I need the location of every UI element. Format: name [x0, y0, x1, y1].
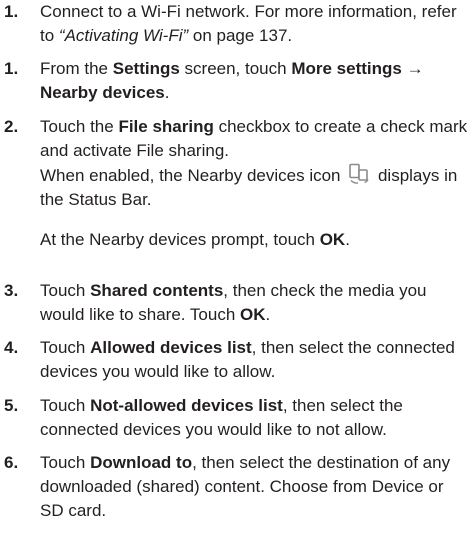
- step-number: 4.: [4, 338, 19, 357]
- step-2-note-icon: When enabled, the Nearby devices icon di…: [4, 163, 470, 212]
- cross-reference: “Activating Wi-Fi”: [58, 26, 189, 45]
- step-4-allowed-devices: 4. Touch Allowed devices list, then sele…: [4, 336, 470, 384]
- text-run: .: [265, 305, 271, 324]
- step-number: 5.: [4, 396, 19, 415]
- step-text: From the Settings screen, touch More set…: [40, 57, 470, 105]
- text-run: screen, touch: [179, 59, 292, 78]
- step-number: 6.: [4, 453, 19, 472]
- bold-term: OK: [240, 305, 266, 324]
- text-run: Touch: [40, 453, 91, 472]
- text-run: Touch: [40, 396, 91, 415]
- step-1-settings: 1. From the Settings screen, touch More …: [4, 57, 470, 105]
- step-2-file-sharing: 2. Touch the File sharing checkbox to cr…: [4, 115, 470, 163]
- step-6-download-to: 6. Touch Download to, then select the de…: [4, 451, 470, 523]
- step-text: Touch Shared contents, then check the me…: [40, 279, 470, 327]
- text-run: Touch: [40, 281, 91, 300]
- bold-term: Download to: [90, 453, 193, 472]
- step-3-shared-contents: 3. Touch Shared contents, then check the…: [4, 279, 470, 327]
- bold-term: Settings: [112, 59, 180, 78]
- bold-term: File sharing: [118, 117, 214, 136]
- step-number: 2.: [4, 117, 19, 136]
- text-run: Touch the: [40, 117, 119, 136]
- step-2-note-prompt: At the Nearby devices prompt, touch OK.: [4, 228, 470, 252]
- step-number: 1.: [4, 59, 19, 78]
- step-note: At the Nearby devices prompt, touch OK.: [40, 228, 470, 252]
- step-5-not-allowed-devices: 5. Touch Not-allowed devices list, then …: [4, 394, 470, 442]
- step-text: Connect to a Wi-Fi network. For more inf…: [40, 0, 470, 48]
- step-text: Touch the File sharing checkbox to creat…: [40, 115, 470, 163]
- text-run: From the: [40, 59, 113, 78]
- text-run: Touch: [40, 338, 91, 357]
- step-number: 3.: [4, 281, 19, 300]
- manual-page: 1. Connect to a Wi-Fi network. For more …: [0, 0, 474, 553]
- text-run: on page 137.: [188, 26, 293, 45]
- step-number: 1.: [4, 2, 19, 21]
- text-run: When enabled, the Nearby devices icon: [40, 166, 346, 185]
- text-run: .: [345, 230, 350, 249]
- step-text: Touch Download to, then select the desti…: [40, 451, 470, 523]
- step-1-connect-wifi: 1. Connect to a Wi-Fi network. For more …: [4, 0, 470, 48]
- step-text: Touch Not-allowed devices list, then sel…: [40, 394, 470, 442]
- text-run: At the Nearby devices prompt, touch: [40, 230, 320, 249]
- step-note: When enabled, the Nearby devices icon di…: [40, 163, 470, 212]
- text-run: .: [164, 83, 170, 102]
- bold-term: Not-allowed devices list: [90, 396, 283, 415]
- nearby-devices-icon: [347, 163, 371, 185]
- bold-term: Allowed devices list: [90, 338, 252, 357]
- step-text: Touch Allowed devices list, then select …: [40, 336, 470, 384]
- bold-term: OK: [319, 230, 346, 249]
- bold-term: Shared contents: [90, 281, 224, 300]
